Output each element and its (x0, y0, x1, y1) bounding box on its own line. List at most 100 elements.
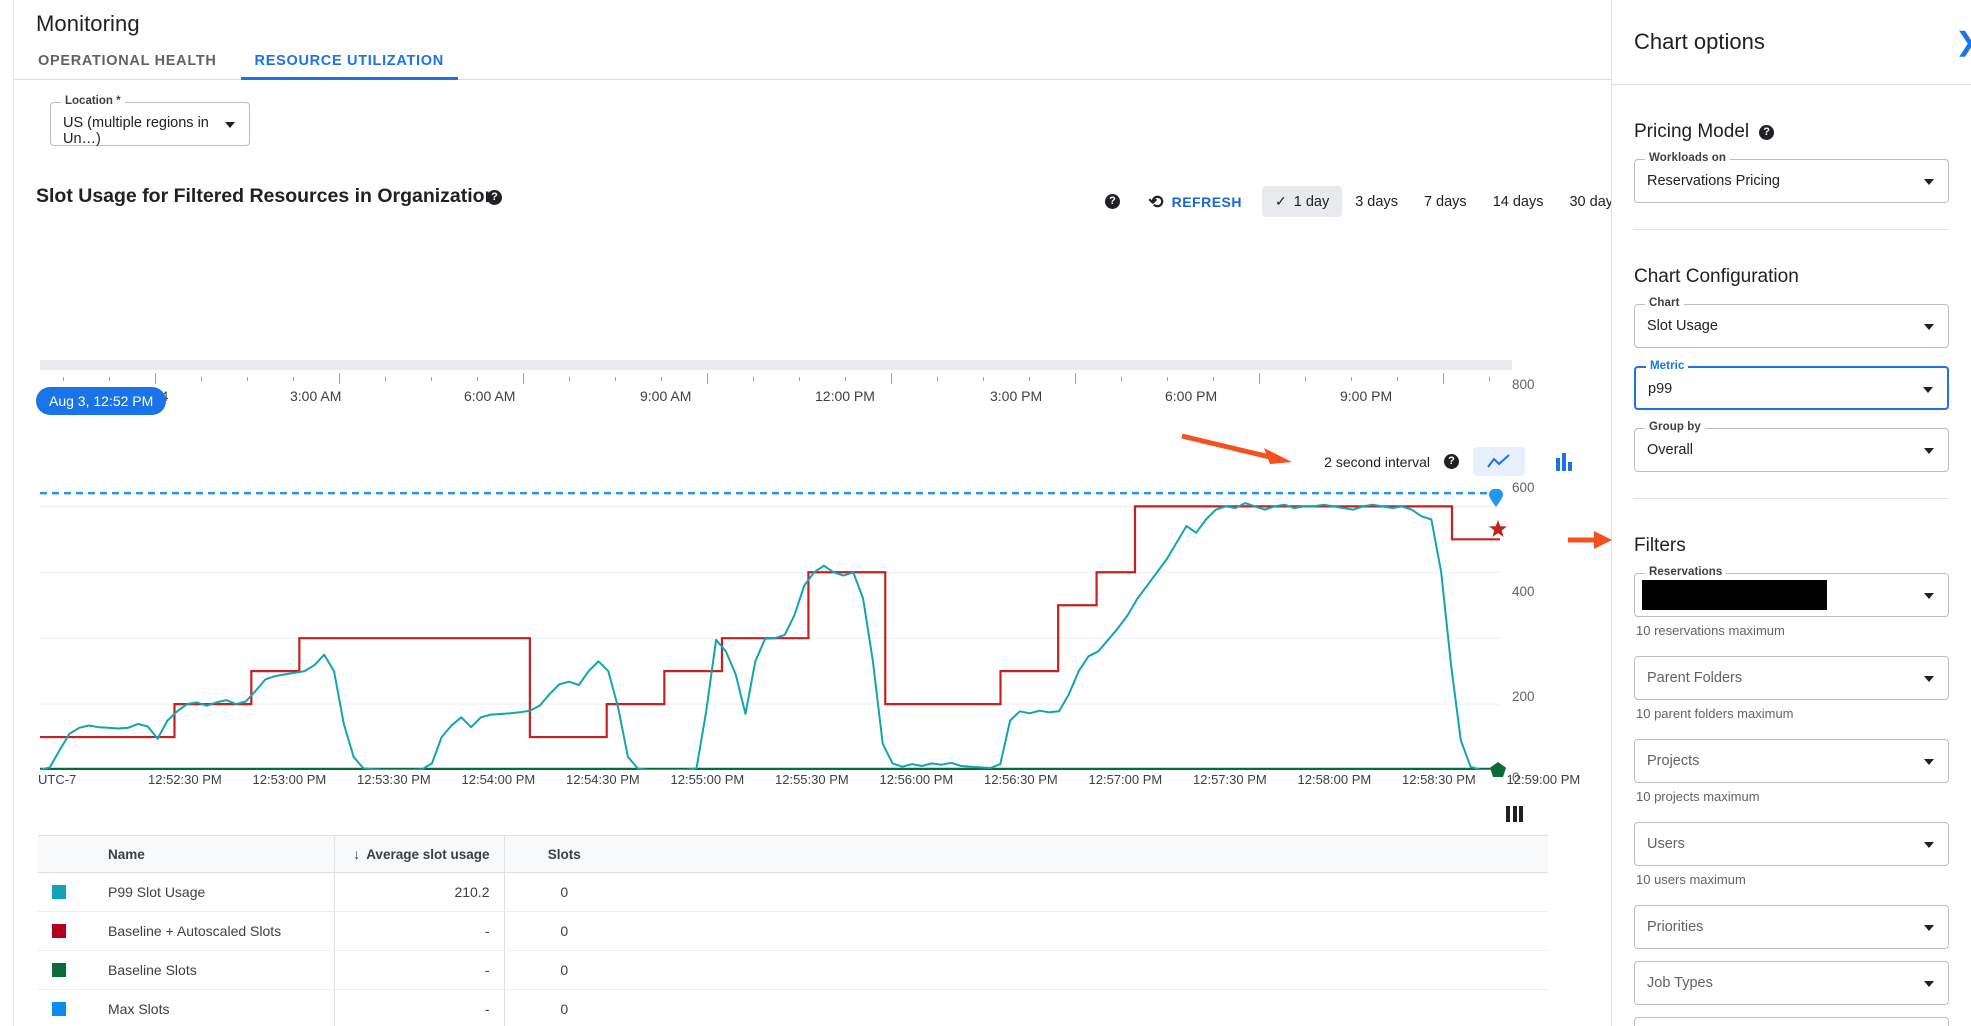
timeline-tick-label: 6:00 AM (464, 388, 515, 404)
annotation-arrow-interval (1178, 431, 1298, 471)
series-filler-cell (624, 951, 1548, 990)
group-by-label: Group by (1645, 421, 1705, 433)
metric-value: p99 (1648, 381, 1672, 397)
filter-select-jobs[interactable]: Jobs (1634, 1017, 1949, 1026)
group-by-select[interactable]: Group by Overall (1634, 428, 1949, 472)
chart-x-tick-label: 12:54:00 PM (462, 772, 536, 787)
workloads-on-label: Workloads on (1645, 152, 1730, 164)
check-icon: ✓ (1275, 193, 1287, 209)
tab-resource-utilization[interactable]: RESOURCE UTILIZATION (241, 53, 458, 79)
filter-select-job-types[interactable]: Job Types (1634, 961, 1949, 1005)
chart-x-tick-label: 12:55:30 PM (775, 772, 849, 787)
series-name-cell: Max Slots (94, 990, 334, 1026)
table-row[interactable]: P99 Slot Usage210.20 (38, 873, 1548, 912)
table-header-swatch (38, 836, 94, 873)
filters-heading: Filters (1634, 535, 1949, 557)
baseline-slots-endpoint-marker (1490, 762, 1506, 783)
filter-placeholder: Projects (1647, 753, 1699, 769)
filter-select-users[interactable]: Users (1634, 822, 1949, 866)
reservations-label: Reservations (1645, 566, 1726, 578)
sort-desc-icon: ↓ (353, 846, 360, 862)
chevron-down-icon (1924, 179, 1934, 185)
max-slots-endpoint-marker (1489, 489, 1503, 512)
range-7-days[interactable]: 7 days (1411, 187, 1480, 217)
table-header-name[interactable]: Name (94, 836, 334, 873)
filter-hint: 10 parent folders maximum (1636, 706, 1949, 721)
chart-options-body: Pricing Model ? Workloads on Reservation… (1612, 121, 1971, 1026)
series-name-cell: P99 Slot Usage (94, 873, 334, 912)
range-3-days[interactable]: 3 days (1342, 187, 1411, 217)
chart-y-tick-label: 800 (1512, 377, 1535, 392)
help-icon[interactable]: ? (1105, 194, 1120, 209)
series-color-swatch (52, 885, 66, 899)
bar-chart-icon (1555, 453, 1575, 471)
reservations-select[interactable]: Reservations (1634, 573, 1949, 617)
tab-bar: OPERATIONAL HEALTH RESOURCE UTILIZATION (14, 48, 1611, 80)
chart-x-tick-label: 12:57:30 PM (1193, 772, 1267, 787)
left-rail (0, 0, 14, 1026)
chart-options-title: Chart options (1634, 29, 1765, 55)
pricing-model-heading: Pricing Model ? (1634, 121, 1949, 143)
annotation-arrow-metric (1568, 527, 1614, 553)
refresh-icon: ⟳ (1148, 193, 1164, 211)
chart-x-tick-label: 12:56:00 PM (880, 772, 954, 787)
series-filler-cell (624, 990, 1548, 1026)
table-row[interactable]: Max Slots-0 (38, 990, 1548, 1026)
help-icon[interactable]: ? (1444, 454, 1459, 469)
timeline-tick-label: 9:00 PM (1340, 388, 1392, 404)
filter-select-projects[interactable]: Projects (1634, 739, 1949, 783)
baseline-autoscaled-endpoint-marker (1489, 520, 1507, 543)
workloads-on-select[interactable]: Workloads on Reservations Pricing (1634, 159, 1949, 203)
series-color-swatch (52, 963, 66, 977)
timeline-tick-label: 3:00 PM (990, 388, 1042, 404)
series-name-cell: Baseline Slots (94, 951, 334, 990)
filter-select-priorities[interactable]: Priorities (1634, 905, 1949, 949)
slot-usage-chart[interactable] (40, 480, 1500, 770)
chart-select[interactable]: Chart Slot Usage (1634, 304, 1949, 348)
table-header-filler (624, 836, 1548, 873)
redacted-value (1642, 580, 1827, 610)
column-settings-icon[interactable] (1506, 806, 1526, 822)
chevron-down-icon (1924, 324, 1934, 330)
timeline-ticks (40, 373, 1512, 385)
series-filler-cell (624, 912, 1548, 951)
metric-select[interactable]: Metric p99 (1634, 366, 1949, 410)
series-color-swatch-cell (38, 873, 94, 912)
chart-x-tick-label: 12:57:00 PM (1089, 772, 1163, 787)
range-14-days[interactable]: 14 days (1480, 187, 1557, 217)
location-select[interactable]: Location * US (multiple regions in Un…) (50, 102, 250, 146)
collapse-panel-icon[interactable]: ❯ (1955, 27, 1971, 58)
table-header-average[interactable]: ↓Average slot usage (334, 836, 504, 873)
range-1-day[interactable]: ✓1 day (1262, 186, 1342, 217)
help-icon[interactable]: ? (1759, 125, 1774, 140)
reservations-hint: 10 reservations maximum (1636, 623, 1949, 638)
tab-operational-health[interactable]: OPERATIONAL HEALTH (24, 53, 231, 79)
chart-x-tick-label: 12:58:30 PM (1402, 772, 1476, 787)
group-by-value: Overall (1647, 442, 1693, 458)
chart-x-tick-label: 12:53:30 PM (357, 772, 431, 787)
timeline-selection-pill[interactable]: Aug 3, 12:52 PM (36, 387, 166, 415)
chart-y-tick-label: 0 (1512, 770, 1520, 785)
chart-x-tick-label: 12:55:00 PM (671, 772, 745, 787)
table-row[interactable]: Baseline + Autoscaled Slots-0 (38, 912, 1548, 951)
chart-label: Chart (1645, 297, 1684, 309)
chevron-down-icon (1924, 448, 1934, 454)
series-average-cell: - (334, 990, 504, 1026)
chevron-down-icon (225, 122, 235, 128)
series-filler-cell (624, 873, 1548, 912)
bar-chart-toggle[interactable] (1539, 447, 1591, 476)
line-chart-toggle[interactable] (1473, 447, 1525, 476)
filter-hint: 10 projects maximum (1636, 789, 1949, 804)
table-row[interactable]: Baseline Slots-0 (38, 951, 1548, 990)
table-header-slots[interactable]: Slots (504, 836, 624, 873)
help-icon[interactable]: ? (487, 190, 502, 205)
chart-configuration-heading: Chart Configuration (1634, 266, 1949, 288)
filter-select-parent-folders[interactable]: Parent Folders (1634, 656, 1949, 700)
divider (1634, 229, 1949, 230)
chart-timezone-label: UTC-7 (38, 772, 76, 787)
time-range-bar: ? ⟳ REFRESH ✓1 day 3 days 7 days 14 days… (1105, 186, 1633, 217)
refresh-button[interactable]: ⟳ REFRESH (1148, 193, 1242, 211)
chevron-down-icon (1924, 593, 1934, 599)
timeline-track[interactable] (40, 360, 1512, 370)
chevron-down-icon (1924, 759, 1934, 765)
